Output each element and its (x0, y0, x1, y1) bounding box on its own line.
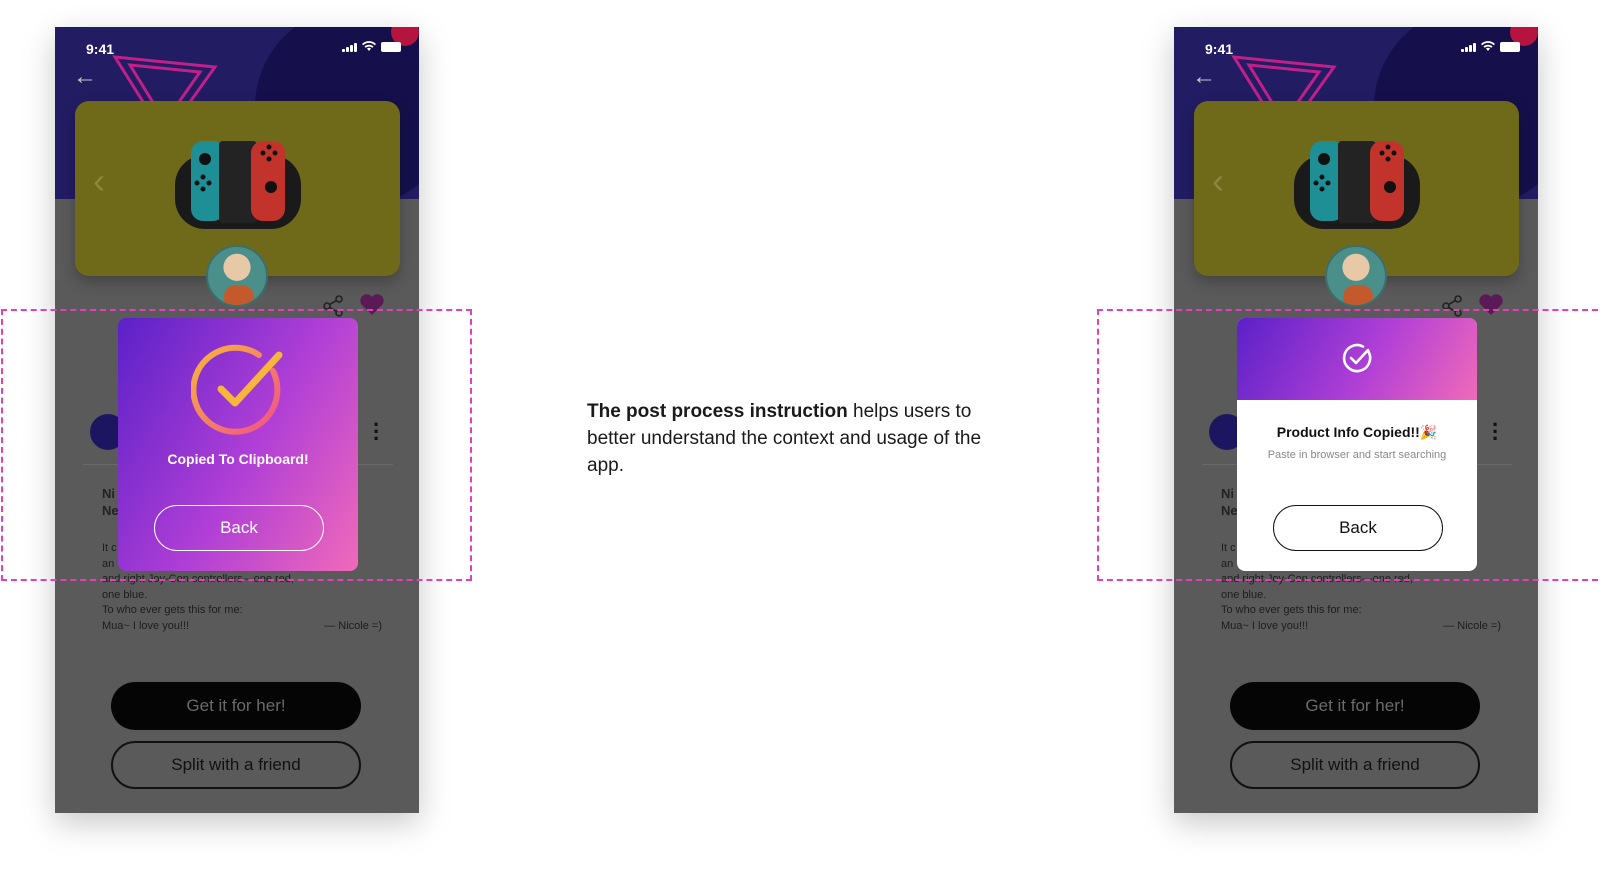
product-info-copied-modal: Product Info Copied!!🎉 Paste in browser … (1237, 318, 1477, 571)
split-with-friend-button[interactable]: Split with a friend (1230, 741, 1480, 789)
phone-screen-variant-a: 9:41 ← ‹ · · · Ni Ne It c an and right J… (55, 27, 419, 813)
more-options-icon[interactable]: · · · (373, 414, 380, 450)
battery-icon (1500, 41, 1520, 52)
product-name: Ni Ne (102, 486, 119, 518)
back-arrow-icon[interactable]: ← (73, 65, 97, 89)
status-time: 9:41 (1205, 41, 1234, 57)
status-time: 9:41 (86, 41, 115, 57)
check-circle-icon (1342, 343, 1372, 373)
modal-subtitle: Paste in browser and start searching (1267, 449, 1447, 461)
heart-icon[interactable] (1478, 293, 1504, 317)
signal-icon (342, 42, 357, 52)
joycon-controller-image (175, 141, 301, 229)
wifi-icon (1481, 41, 1495, 51)
share-icon[interactable] (1441, 295, 1463, 317)
get-it-for-her-button[interactable]: Get it for her! (111, 682, 361, 730)
modal-back-button[interactable]: Back (1273, 505, 1443, 551)
caption-text: The post process instruction helps users… (587, 401, 982, 476)
heart-icon[interactable] (359, 293, 385, 317)
share-icon[interactable] (322, 295, 344, 317)
modal-title: Copied To Clipboard! (167, 451, 309, 467)
back-arrow-icon[interactable]: ← (1192, 65, 1216, 89)
more-options-icon[interactable]: · · · (1492, 414, 1499, 450)
modal-back-button[interactable]: Back (154, 505, 324, 551)
product-name: Ni Ne (1221, 486, 1238, 518)
joycon-controller-image (1294, 141, 1420, 229)
check-circle-icon (191, 344, 283, 435)
avatar[interactable] (1325, 245, 1387, 307)
avatar[interactable] (206, 245, 268, 307)
chevron-left-icon[interactable]: ‹ (93, 163, 105, 199)
wifi-icon (362, 41, 376, 51)
phone-screen-variant-b: 9:41 ← ‹ · · · Ni Ne It c an and right J… (1174, 27, 1538, 813)
split-with-friend-button[interactable]: Split with a friend (111, 741, 361, 789)
modal-title: Product Info Copied!!🎉 (1276, 424, 1438, 440)
copied-to-clipboard-modal: Copied To Clipboard! Back (118, 318, 358, 571)
chevron-left-icon[interactable]: ‹ (1212, 163, 1224, 199)
status-bar: 9:41 (55, 27, 419, 71)
status-bar: 9:41 (1174, 27, 1538, 71)
battery-icon (381, 41, 401, 52)
signal-icon (1461, 42, 1476, 52)
get-it-for-her-button[interactable]: Get it for her! (1230, 682, 1480, 730)
